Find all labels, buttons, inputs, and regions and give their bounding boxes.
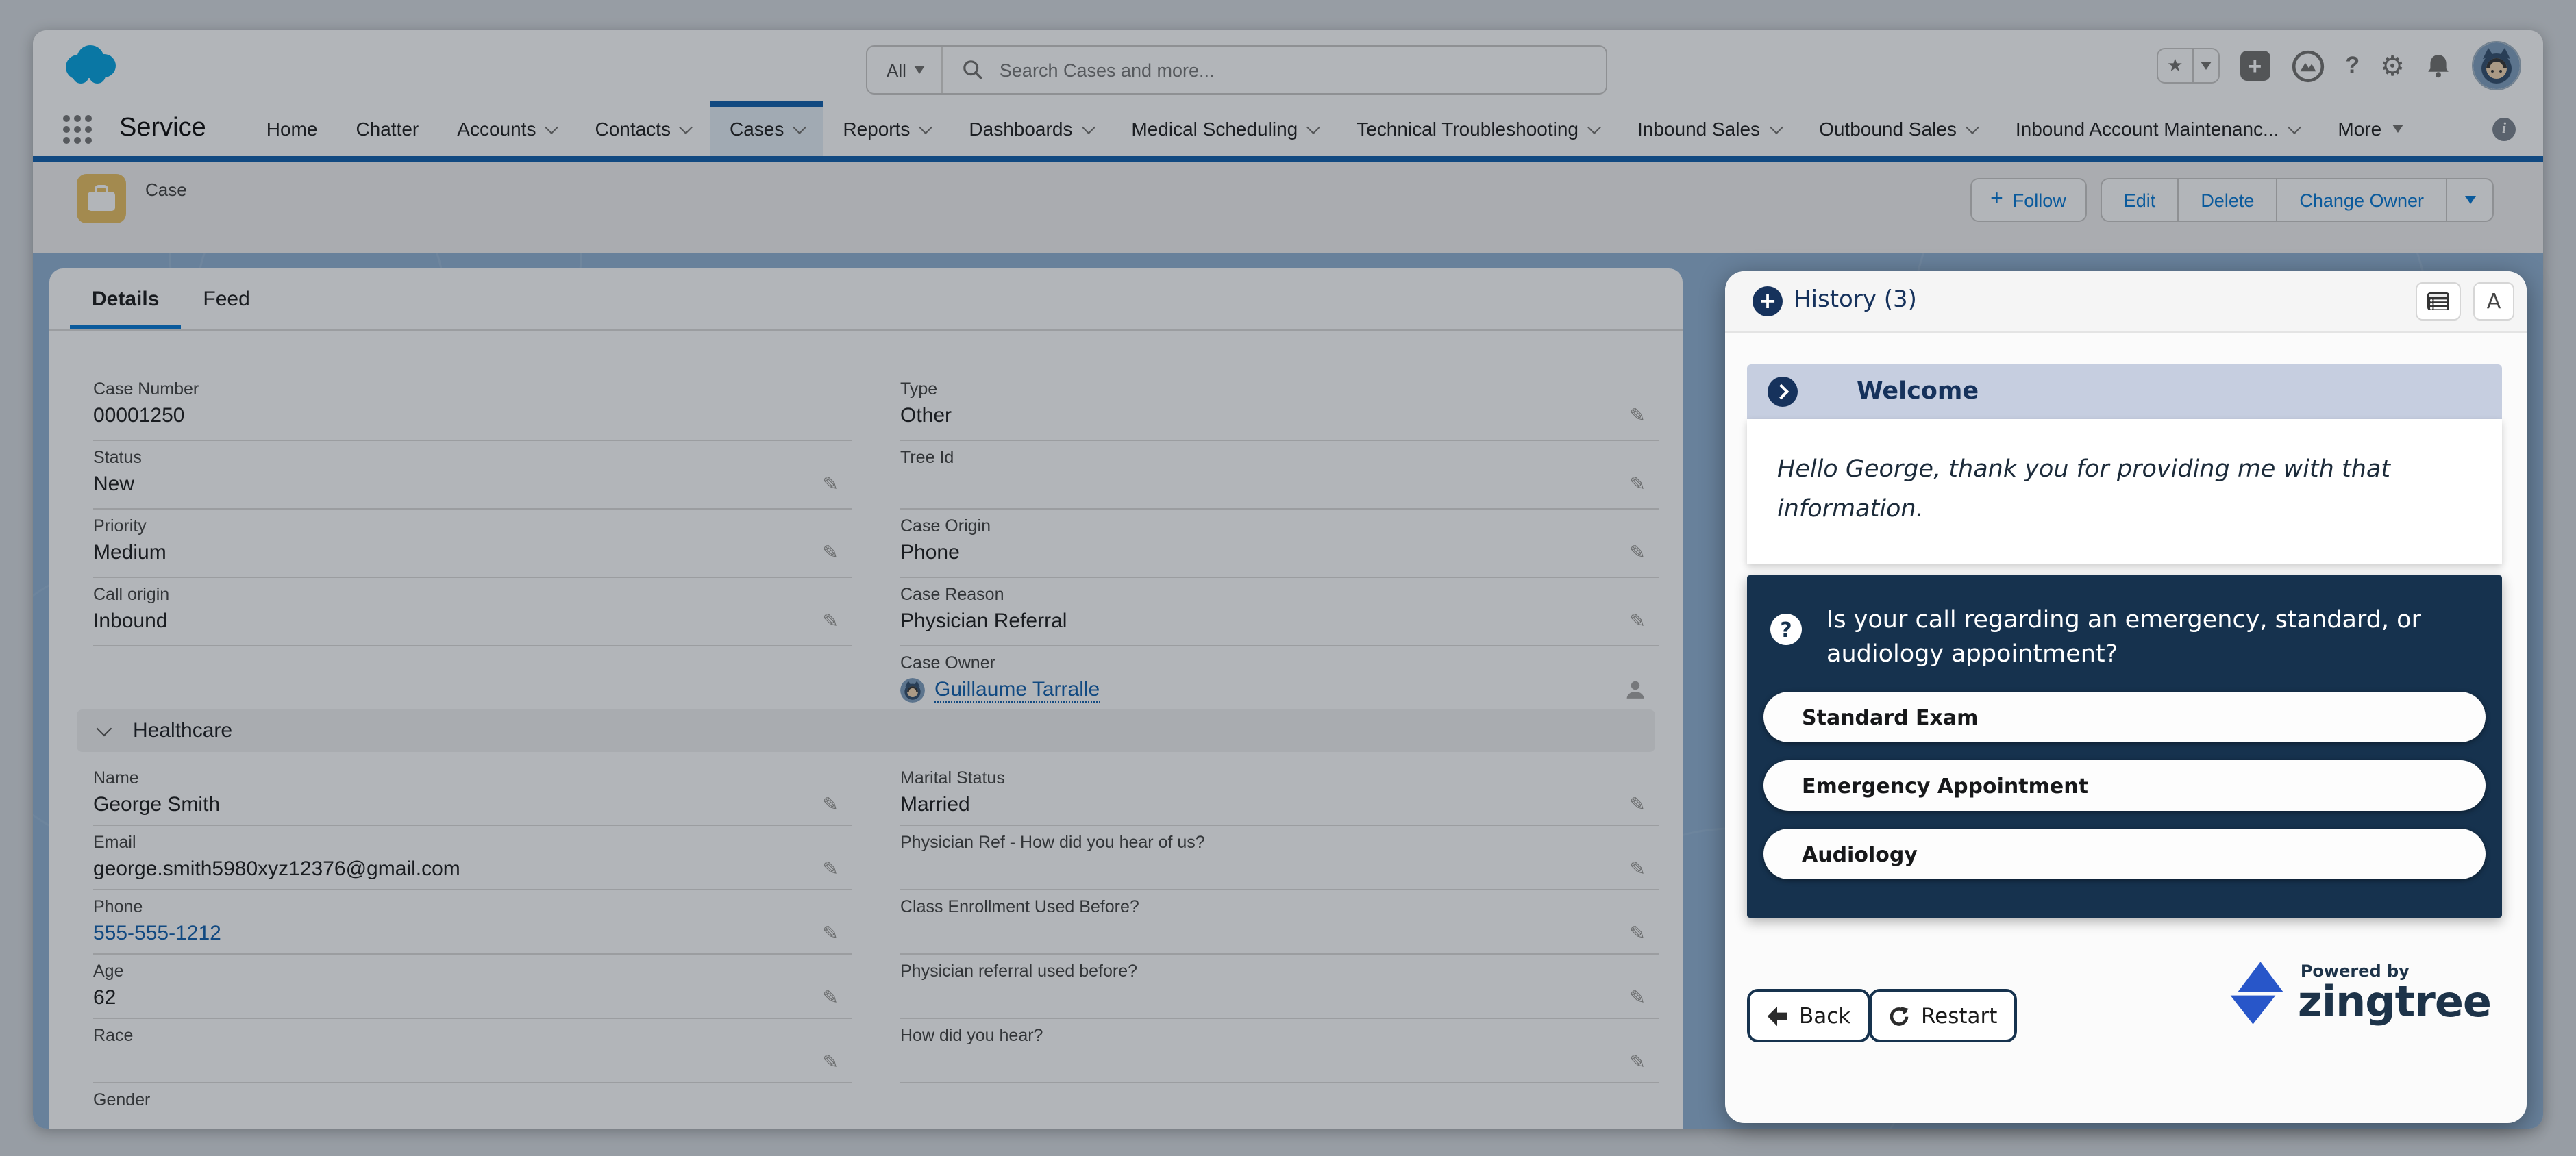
text-size-button[interactable]: A — [2473, 282, 2514, 321]
question-text: Is your call regarding an emergency, sta… — [1826, 607, 2421, 668]
zingtree-logo-icon — [2230, 962, 2283, 1025]
node-title-bar: Welcome — [1747, 364, 2502, 419]
chevron-right-icon — [1768, 377, 1798, 407]
screen: All ★ + ? ⚙ — [0, 0, 2576, 1156]
restart-icon — [1890, 1006, 1909, 1025]
node-message: Hello George, thank you for providing me… — [1777, 456, 2391, 523]
back-button[interactable]: Back — [1747, 989, 1870, 1042]
zingtree-wordmark: zingtree — [2297, 978, 2492, 1027]
back-arrow-icon — [1767, 1005, 1787, 1026]
list-view-button[interactable] — [2416, 282, 2461, 321]
restart-button[interactable]: Restart — [1869, 989, 2017, 1042]
welcome-node-card: Welcome Hello George, thank you for prov… — [1747, 364, 2502, 564]
option-emergency-appointment[interactable]: Emergency Appointment — [1763, 760, 2486, 811]
panel-header: + History (3) A — [1725, 271, 2527, 333]
node-title: Welcome — [1857, 378, 1979, 405]
history-title: History (3) — [1794, 286, 1917, 314]
option-audiology[interactable]: Audiology — [1763, 829, 2486, 879]
zingtree-panel: + History (3) A Welcome Hello George, th… — [1725, 271, 2527, 1123]
question-box: ? Is your call regarding an emergency, s… — [1747, 575, 2502, 918]
question-icon: ? — [1770, 614, 1802, 645]
option-standard-exam[interactable]: Standard Exam — [1763, 692, 2486, 742]
zingtree-branding: Powered by zingtree — [2228, 962, 2492, 1027]
history-expand-icon[interactable]: + — [1753, 286, 1783, 316]
node-message-body: Hello George, thank you for providing me… — [1747, 419, 2502, 564]
